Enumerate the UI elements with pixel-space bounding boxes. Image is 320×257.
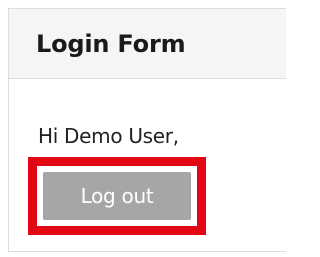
logout-button[interactable]: Log out (43, 172, 191, 220)
page: Login Form Hi Demo User, Log out (0, 0, 286, 257)
panel-header: Login Form (9, 9, 286, 79)
panel-title: Login Form (36, 29, 186, 58)
greeting-text: Hi Demo User, (38, 124, 179, 148)
login-form-panel: Login Form Hi Demo User, Log out (8, 8, 286, 252)
panel-body: Hi Demo User, Log out (9, 79, 286, 252)
